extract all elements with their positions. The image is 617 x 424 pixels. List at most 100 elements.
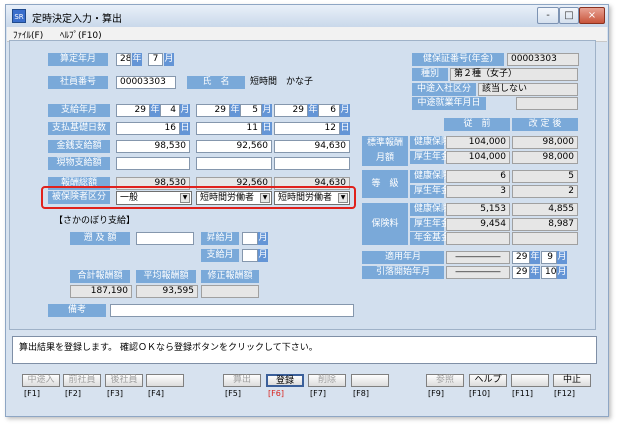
employee-name: 短時間 かな子: [250, 77, 314, 87]
f11-button[interactable]: [511, 374, 549, 387]
cash-2[interactable]: 92,560: [196, 140, 272, 153]
month-unit: 月: [258, 232, 268, 245]
base-days-3[interactable]: 12: [274, 122, 340, 135]
apply-year[interactable]: 29: [512, 251, 530, 264]
pay-month-3[interactable]: 6: [318, 104, 340, 117]
grade-label: 等 級: [362, 170, 408, 198]
health-label: 健康保険: [410, 136, 450, 149]
std-label-1: 標準報酬: [366, 138, 403, 148]
avg-value: 93,595: [136, 285, 198, 298]
up-month-label: 昇給月: [201, 232, 239, 245]
after-header: 改 定 後: [512, 118, 578, 131]
health-label: 健康保険: [410, 170, 450, 183]
f10-key-label: [F10]: [469, 389, 491, 398]
std-pension-after: 98,000: [512, 151, 578, 164]
maximize-button[interactable]: □: [559, 7, 579, 24]
pay-year-2[interactable]: 29: [196, 104, 230, 117]
f8-button[interactable]: [351, 374, 389, 387]
kind-label: 現物支給額: [48, 157, 110, 170]
pay-year-1[interactable]: 29: [116, 104, 150, 117]
apply-label: 適用年月: [362, 251, 444, 264]
grade-pension-after: 2: [512, 185, 578, 198]
cash-label: 金銭支給額: [48, 140, 110, 153]
f7-key-label: [F7]: [310, 389, 326, 398]
day-unit: 日: [262, 122, 272, 135]
name-label: 氏 名: [187, 76, 245, 89]
pay-month2-label: 支給月: [201, 249, 239, 262]
f2-prev-employee-button[interactable]: 前社員: [63, 374, 101, 387]
insurance-no-label: 健保証番号(年金): [412, 53, 504, 66]
before-header: 従 前: [444, 118, 510, 131]
day-unit: 日: [340, 122, 350, 135]
base-days-label: 支払基礎日数: [48, 122, 110, 135]
premium-pension-before: 9,454: [446, 218, 510, 231]
base-days-2[interactable]: 11: [196, 122, 262, 135]
month-unit: 月: [164, 53, 174, 66]
premium-label: 保険料: [362, 203, 408, 245]
deduct-label: 引落開始年月: [362, 266, 444, 279]
premium-health-before: 5,153: [446, 203, 510, 216]
f7-delete-button[interactable]: 削除: [308, 374, 346, 387]
std-health-before: 104,000: [446, 136, 510, 149]
window-title: 定時決定入力・算出: [32, 14, 122, 25]
close-button[interactable]: ×: [579, 7, 605, 24]
pay-month2-input[interactable]: [242, 249, 258, 262]
fund-after: [512, 232, 578, 245]
month-unit: 月: [557, 266, 567, 279]
f6-register-button[interactable]: 登録: [266, 374, 304, 387]
year-unit: 年: [150, 104, 160, 117]
month-unit: 月: [340, 104, 350, 117]
calc-year-input[interactable]: 28: [116, 53, 131, 66]
cash-1[interactable]: 98,530: [116, 140, 190, 153]
f1-midjoin-button[interactable]: 中途入: [22, 374, 60, 387]
year-unit: 年: [230, 104, 240, 117]
calc-month-input[interactable]: 7: [148, 53, 163, 66]
type-value: 第２種（女子）: [450, 68, 578, 81]
deduct-year[interactable]: 29: [512, 266, 530, 279]
kind-1[interactable]: [116, 157, 190, 170]
remarks-input[interactable]: [110, 304, 354, 317]
remarks-label: 備考: [48, 304, 106, 317]
f3-next-employee-button[interactable]: 後社員: [105, 374, 143, 387]
f9-key-label: [F9]: [428, 389, 444, 398]
pension-label: 厚生年金: [410, 151, 450, 164]
kind-2[interactable]: [196, 157, 272, 170]
retro-amount-label: 遡 及 額: [70, 232, 130, 245]
year-unit: 年: [308, 104, 318, 117]
retro-section-heading: 【さかのぼり支給】: [54, 216, 136, 226]
f12-cancel-button[interactable]: 中止: [553, 374, 591, 387]
month-unit: 月: [180, 104, 190, 117]
apply-month[interactable]: 9: [541, 251, 557, 264]
status-message: 算出結果を登録します。 確認ＯＫなら登録ボタンをクリックして下さい。: [12, 336, 597, 364]
f8-key-label: [F8]: [353, 389, 369, 398]
apply-before: ―――――: [446, 251, 510, 264]
year-unit: 年: [530, 266, 540, 279]
app-icon: SR: [12, 9, 26, 23]
f4-key-label: [F4]: [148, 389, 164, 398]
f3-key-label: [F3]: [107, 389, 123, 398]
f9-reference-button[interactable]: 参照: [426, 374, 464, 387]
retro-amount-input[interactable]: [136, 232, 194, 245]
cash-3[interactable]: 94,630: [274, 140, 350, 153]
type-label: 種別: [412, 68, 448, 81]
pay-month-1[interactable]: 4: [160, 104, 180, 117]
f5-calc-button[interactable]: 算出: [223, 374, 261, 387]
corrected-value[interactable]: [201, 285, 259, 298]
f10-help-button[interactable]: ヘルプ: [469, 374, 507, 387]
insurance-no-value: 00003303: [507, 53, 579, 66]
grade-health-after: 5: [512, 170, 578, 183]
base-days-1[interactable]: 16: [116, 122, 180, 135]
f4-button[interactable]: [146, 374, 184, 387]
avg-label: 平均報酬額: [136, 270, 196, 283]
pay-month-2[interactable]: 5: [240, 104, 262, 117]
month-unit: 月: [557, 251, 567, 264]
kind-3[interactable]: [274, 157, 350, 170]
deduct-month[interactable]: 10: [541, 266, 557, 279]
minimize-button[interactable]: -: [537, 7, 559, 24]
sum-value: 187,190: [70, 285, 132, 298]
employee-no-input[interactable]: 00003303: [116, 76, 176, 89]
midjoin-label: 中途入社区分: [412, 83, 476, 96]
std-label-2: 月額: [375, 153, 394, 163]
up-month-input[interactable]: [242, 232, 258, 245]
pay-year-3[interactable]: 29: [274, 104, 308, 117]
